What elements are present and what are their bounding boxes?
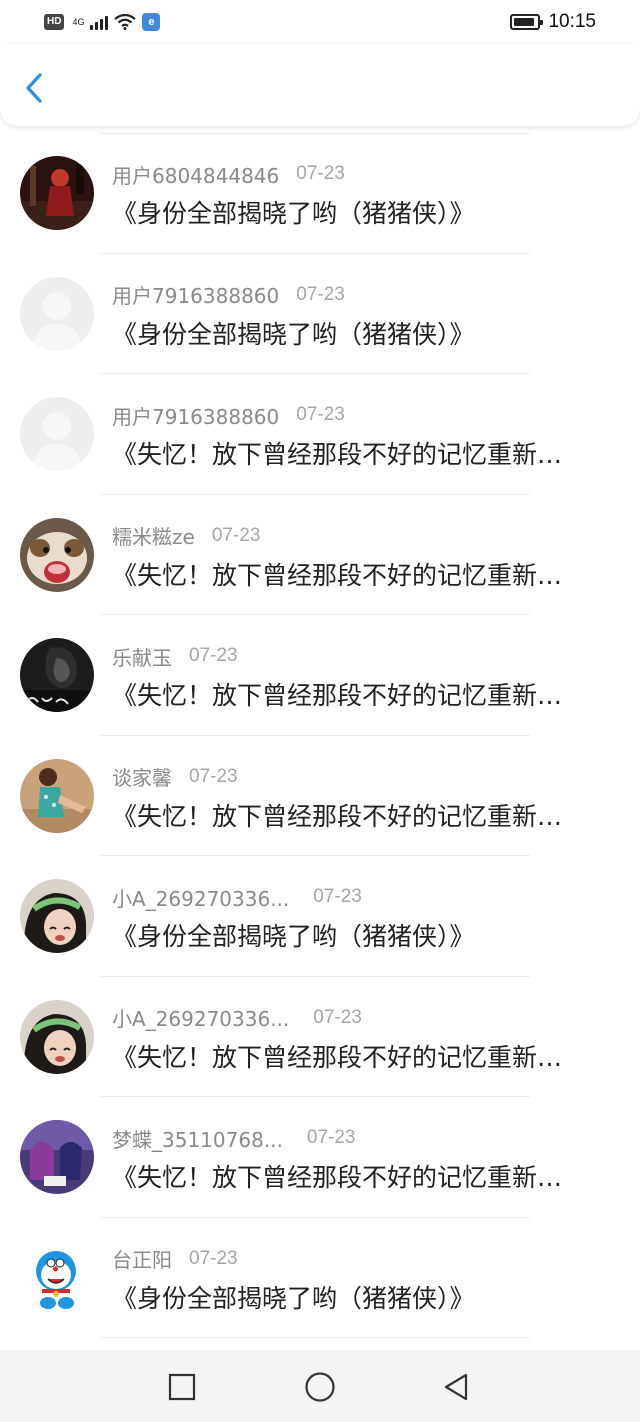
item-meta: 小A_269270336... 07-23: [112, 1004, 362, 1032]
date: 07-23: [296, 163, 345, 184]
status-bar: HD 4G e 10:15: [0, 0, 640, 44]
list-item[interactable]: 用户7916388860 07-23 《失忆！放下曾经那段不好的记忆重新…: [0, 374, 640, 495]
avatar: [20, 1240, 94, 1315]
item-title: 《失忆！放下曾经那段不好的记忆重新…: [112, 681, 563, 710]
screen: HD 4G e 10:15 用户6804844846 07-23 《身份全部揭晓…: [0, 0, 640, 1422]
username: 小A_269270336...: [112, 1007, 290, 1031]
square-icon: [168, 1373, 196, 1401]
home-button[interactable]: [300, 1367, 340, 1407]
item-title: 《身份全部揭晓了哟（猪猪侠）》: [112, 922, 475, 951]
default-avatar-icon: [20, 276, 94, 351]
doraemon-icon: [20, 1240, 94, 1315]
list-item[interactable]: 谈家馨 07-23 《失忆！放下曾经那段不好的记忆重新…: [0, 736, 640, 856]
anime-poster-icon: [20, 1120, 94, 1194]
username: 梦蝶_35110768...: [112, 1127, 283, 1152]
default-avatar-icon: [20, 397, 94, 471]
username: 乐献玉: [112, 645, 172, 670]
username: 台正阳: [112, 1248, 172, 1272]
item-title: 《失忆！放下曾经那段不好的记忆重新…: [112, 1042, 563, 1072]
avatar: [20, 156, 94, 230]
signal-icon: [90, 14, 109, 30]
avatar: [20, 397, 94, 471]
dark-portrait-photo-icon: [20, 638, 94, 712]
network-type: 4G: [72, 16, 85, 27]
list-item[interactable]: 小A_269270336... 07-23 《失忆！放下曾经那段不好的记忆重新…: [0, 977, 640, 1097]
item-meta: 谈家馨 07-23: [112, 763, 238, 791]
user-photo-icon: [20, 156, 94, 230]
app-notification-icon: e: [142, 13, 161, 31]
item-meta: 小A_269270336... 07-23: [112, 883, 362, 911]
date: 07-23: [313, 886, 362, 907]
item-title: 《身份全部揭晓了哟（猪猪侠）》: [112, 199, 475, 228]
date: 07-23: [313, 1006, 362, 1028]
item-meta: 糯米糍ze 07-23: [112, 522, 260, 550]
item-title: 《失忆！放下曾经那段不好的记忆重新…: [112, 801, 563, 831]
date: 07-23: [296, 283, 345, 305]
date: 07-23: [189, 645, 238, 666]
avatar: [20, 517, 94, 592]
list-item[interactable]: 小A_269270336... 07-23 《身份全部揭晓了哟（猪猪侠）》: [0, 856, 640, 977]
username: 用户6804844846: [112, 163, 280, 188]
item-meta: 用户7916388860 07-23: [112, 281, 345, 309]
item-meta: 台正阳 07-23: [112, 1245, 238, 1273]
wifi-icon: [114, 14, 137, 30]
list-item[interactable]: 糯米糍ze 07-23 《失忆！放下曾经那段不好的记忆重新…: [0, 495, 640, 615]
avatar: [20, 638, 94, 712]
username: 用户7916388860: [112, 404, 280, 429]
date: 07-23: [296, 404, 345, 425]
divider: [100, 1337, 530, 1338]
beach-photo-icon: [20, 758, 94, 833]
system-back-button[interactable]: [436, 1367, 476, 1407]
status-left: HD 4G e: [44, 13, 161, 31]
hd-icon: HD: [44, 14, 65, 30]
item-meta: 梦蝶_35110768... 07-23: [112, 1124, 355, 1152]
avatar: [20, 1120, 94, 1194]
item-title: 《失忆！放下曾经那段不好的记忆重新…: [112, 1163, 563, 1192]
hamster-photo-icon: [20, 517, 94, 592]
item-meta: 乐献玉 07-23: [112, 642, 238, 670]
item-title: 《身份全部揭晓了哟（猪猪侠）》: [112, 1283, 475, 1313]
back-button[interactable]: [14, 64, 54, 112]
item-meta: 用户6804844846 07-23: [112, 160, 345, 188]
date: 07-23: [189, 1247, 238, 1269]
battery-icon: [510, 14, 544, 30]
clock: 10:15: [548, 11, 596, 32]
username: 谈家馨: [112, 766, 172, 790]
list-item[interactable]: 台正阳 07-23 《身份全部揭晓了哟（猪猪侠）》: [0, 1218, 640, 1338]
username: 糯米糍ze: [112, 525, 195, 549]
avatar: [20, 879, 94, 953]
system-nav-bar: [0, 1350, 640, 1422]
item-title: 《失忆！放下曾经那段不好的记忆重新…: [112, 560, 563, 590]
item-title: 《失忆！放下曾经那段不好的记忆重新…: [112, 440, 563, 469]
username: 用户7916388860: [112, 284, 280, 308]
recents-button[interactable]: [162, 1367, 202, 1407]
avatar: [20, 999, 94, 1074]
circle-icon: [305, 1372, 335, 1402]
girl-photo-icon: [20, 879, 94, 953]
date: 07-23: [189, 765, 238, 787]
avatar: [20, 276, 94, 351]
header: [0, 44, 640, 126]
avatar: [20, 758, 94, 833]
triangle-back-icon: [444, 1373, 468, 1401]
list-item[interactable]: 用户6804844846 07-23 《身份全部揭晓了哟（猪猪侠）》: [0, 133, 640, 254]
item-meta: 用户7916388860 07-23: [112, 401, 345, 429]
girl-photo-icon: [20, 999, 94, 1074]
list-item[interactable]: 梦蝶_35110768... 07-23 《失忆！放下曾经那段不好的记忆重新…: [0, 1097, 640, 1218]
chevron-left-icon: [26, 73, 42, 103]
username: 小A_269270336...: [112, 886, 290, 911]
message-list: 用户6804844846 07-23 《身份全部揭晓了哟（猪猪侠）》 用户791…: [0, 133, 640, 1338]
list-item[interactable]: 乐献玉 07-23 《失忆！放下曾经那段不好的记忆重新…: [0, 615, 640, 736]
date: 07-23: [306, 1127, 356, 1148]
item-title: 《身份全部揭晓了哟（猪猪侠）》: [112, 319, 475, 349]
list-item[interactable]: 用户7916388860 07-23 《身份全部揭晓了哟（猪猪侠）》: [0, 254, 640, 374]
date: 07-23: [211, 524, 261, 546]
status-right: 10:15: [510, 11, 596, 33]
